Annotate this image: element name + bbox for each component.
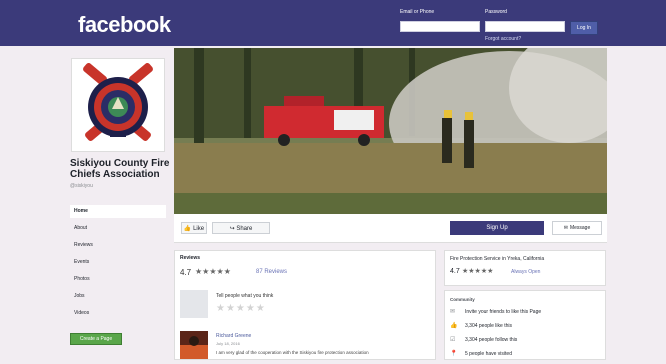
nav-item-reviews[interactable]: Reviews	[70, 239, 166, 252]
nav-item-about[interactable]: About	[70, 222, 166, 235]
page-title: Siskiyou County Fire Chiefs Association	[70, 158, 170, 180]
password-label: Password	[485, 9, 507, 15]
reviewer-name-link[interactable]: Richard Greene	[216, 333, 251, 339]
nav-item-jobs[interactable]: Jobs	[70, 290, 166, 303]
reviewer-avatar[interactable]	[180, 331, 208, 359]
review-date: July 18, 2016	[216, 341, 240, 346]
business-category: Fire Protection Service in Yreka, Califo…	[450, 256, 545, 262]
nav-item-events[interactable]: Events	[70, 256, 166, 269]
page-handle[interactable]: @siskiyou	[70, 183, 93, 189]
reviews-stars: ★★★★★	[195, 267, 231, 276]
nav-item-photos[interactable]: Photos	[70, 273, 166, 286]
forgot-account-link[interactable]: Forgot account?	[485, 36, 521, 42]
invite-icon: ✉	[450, 309, 456, 315]
reviews-count-link[interactable]: 87 Reviews	[256, 269, 287, 275]
nav-item-videos[interactable]: Videos	[70, 307, 166, 320]
message-icon: ✉	[563, 225, 568, 231]
create-page-button[interactable]: Create a Page	[70, 333, 122, 345]
email-input[interactable]	[400, 21, 480, 32]
share-icon: ↪	[229, 226, 235, 232]
profile-picture[interactable]	[71, 58, 165, 152]
cover-photo[interactable]	[174, 48, 607, 214]
community-item-visits: 5 people have visited	[465, 351, 512, 357]
thumbs-up-icon: 👍	[183, 226, 192, 232]
fire-chiefs-emblem-icon	[83, 63, 153, 141]
reviews-title: Reviews	[180, 255, 201, 261]
rating-input-stars[interactable]: ★★★★★	[216, 303, 266, 314]
follow-icon: ☑	[450, 337, 456, 343]
share-button[interactable]: ↪ Share	[212, 222, 270, 234]
sign-up-button[interactable]: Sign Up	[450, 221, 544, 235]
community-item-likes: 3,304 people like this	[465, 323, 512, 329]
review-text: I am very glad of the cooperation with t…	[216, 350, 369, 355]
like-button[interactable]: 👍 Like	[181, 222, 207, 234]
community-title: Community	[450, 297, 475, 302]
reviews-score: 4.7	[180, 268, 192, 277]
like-icon: 👍	[450, 323, 458, 329]
community-item-invite[interactable]: Invite your friends to like this Page	[465, 309, 541, 315]
community-item-follows: 3,304 people follow this	[465, 337, 518, 343]
business-hours-status[interactable]: Always Open	[511, 269, 540, 275]
reviewer-photo-image	[180, 331, 208, 359]
facebook-logo[interactable]: facebook	[78, 12, 171, 38]
email-label: Email or Phone	[400, 9, 435, 15]
wildfire-crew-image	[174, 48, 607, 214]
checkin-icon: 📍	[450, 351, 458, 357]
review-prompt: Tell people what you think	[216, 293, 274, 299]
message-button[interactable]: ✉ Message	[552, 221, 602, 235]
business-score: 4.7	[450, 268, 460, 275]
login-button[interactable]: Log In	[570, 21, 598, 35]
password-input[interactable]	[485, 21, 565, 32]
nav-item-home[interactable]: Home	[70, 205, 166, 218]
user-avatar	[180, 290, 208, 318]
business-stars: ★★★★★	[462, 268, 494, 275]
